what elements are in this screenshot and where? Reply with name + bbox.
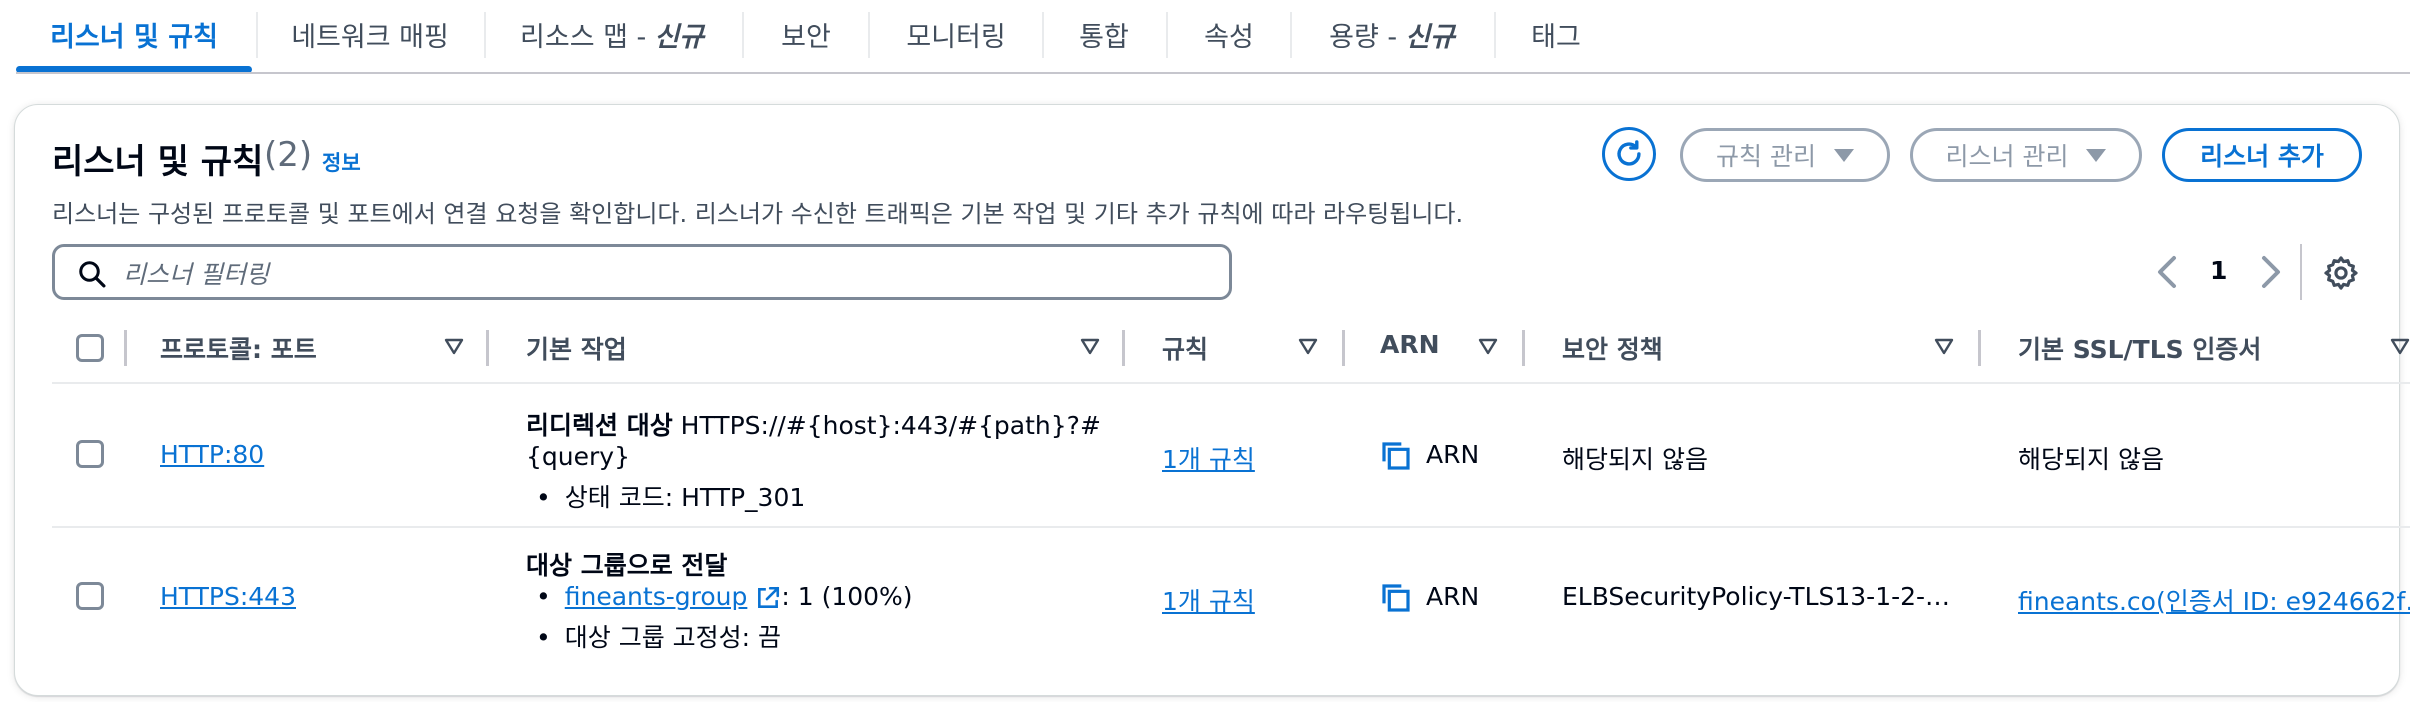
tab-capacity[interactable]: 용량 - 신규 [1292,0,1492,68]
header-description: 리스너는 구성된 프로토콜 및 포트에서 연결 요청을 확인합니다. 리스너가 … [52,200,1464,228]
sort-icon[interactable] [1080,338,1100,356]
ssl-certificate-link[interactable]: fineants.co(인증서 ID: e924662f… [2018,582,2410,618]
column-header-default-action[interactable]: 기본 작업 [526,330,627,366]
caret-down-icon [1833,148,1854,162]
tab-listeners-and-rules[interactable]: 리스너 및 규칙 [16,0,252,68]
page-title: 리스너 및 규칙 [52,142,264,182]
tab-integrations[interactable]: 통합 [1044,0,1164,68]
column-divider [1522,330,1525,366]
row-checkbox[interactable] [76,582,104,610]
manage-listeners-button[interactable]: 리스너 관리 [1910,128,2142,182]
column-header-rules[interactable]: 규칙 [1162,330,1208,366]
tab-resource-map[interactable]: 리소스 맵 - 신규 [486,0,738,68]
refresh-icon [1617,140,1641,166]
tab-tags[interactable]: 태그 [1496,0,1616,68]
row-checkbox[interactable] [76,440,104,468]
sort-icon[interactable] [444,338,464,356]
tab-network-mapping[interactable]: 네트워크 매핑 [258,0,482,68]
sort-icon[interactable] [1478,338,1498,356]
rules-link[interactable]: 1개 규칙 [1162,582,1255,618]
external-link-icon[interactable] [755,585,781,611]
default-action-text: 리디렉션 대상 HTTPS://#{host}:443/#{path}?# [526,411,1101,440]
row-divider [52,526,2410,528]
new-badge: 신규 [654,21,704,53]
column-divider [1342,330,1345,366]
tab-monitoring[interactable]: 모니터링 [870,0,1042,68]
security-policy: ELBSecurityPolicy-TLS13-1-2-… [1562,582,1951,611]
default-action-title: 대상 그룹으로 전달 [526,551,728,580]
column-divider [486,330,489,366]
column-divider [1978,330,1981,366]
column-header-protocol-port[interactable]: 프로토콜: 포트 [160,330,317,366]
header-divider [52,382,2410,384]
column-header-arn[interactable]: ARN [1380,330,1440,359]
security-policy: 해당되지 않음 [1562,445,1708,474]
sort-icon[interactable] [1298,338,1318,356]
search-icon [79,261,106,288]
sort-icon[interactable] [2390,338,2410,356]
arn-label: ARN [1426,440,1480,469]
add-listener-button[interactable]: 리스너 추가 [2162,128,2362,182]
chevron-right-icon[interactable] [2254,254,2286,290]
tab-bar-divider [16,72,2410,74]
tab-bar: 리스너 및 규칙 네트워크 매핑 리소스 맵 - 신규 보안 모니터링 통합 속성… [0,0,2410,74]
tab-attributes[interactable]: 속성 [1168,0,1290,68]
copy-icon[interactable] [1380,440,1412,472]
manage-rules-button[interactable]: 규칙 관리 [1680,128,1890,182]
copy-icon[interactable] [1380,582,1412,614]
default-action-text-cont: {query} [526,442,630,471]
listener-count: (2) [264,135,313,175]
current-page-number[interactable]: 1 [2210,256,2227,285]
caret-down-icon [2086,148,2107,162]
column-header-ssl-certificate[interactable]: 기본 SSL/TLS 인증서 [2018,330,2261,366]
tab-security[interactable]: 보안 [744,0,868,68]
select-all-checkbox[interactable] [76,334,104,362]
action-detail: 대상 그룹 고정성: 끔 [536,618,781,654]
new-badge: 신규 [1405,21,1455,53]
arn-label: ARN [1426,582,1480,611]
column-divider [124,330,127,366]
refresh-button[interactable] [1602,127,1656,181]
target-group-item: fineants-group: 1 (100%) [536,582,913,611]
column-header-security-policy[interactable]: 보안 정책 [1562,330,1663,366]
target-group-link[interactable]: fineants-group [565,582,748,611]
sort-icon[interactable] [1934,338,1954,356]
chevron-left-icon[interactable] [2152,254,2184,290]
settings-icon[interactable] [2322,254,2360,292]
ssl-certificate: 해당되지 않음 [2018,445,2164,474]
info-link[interactable]: 정보 [322,147,361,177]
search-input[interactable] [121,255,1215,293]
listener-filter [52,244,1232,300]
column-divider [1122,330,1125,366]
action-detail: 상태 코드: HTTP_301 [536,478,806,514]
pagination-divider [2300,244,2302,300]
listener-link[interactable]: HTTPS:443 [160,582,296,611]
listener-link[interactable]: HTTP:80 [160,440,264,469]
rules-link[interactable]: 1개 규칙 [1162,440,1255,476]
